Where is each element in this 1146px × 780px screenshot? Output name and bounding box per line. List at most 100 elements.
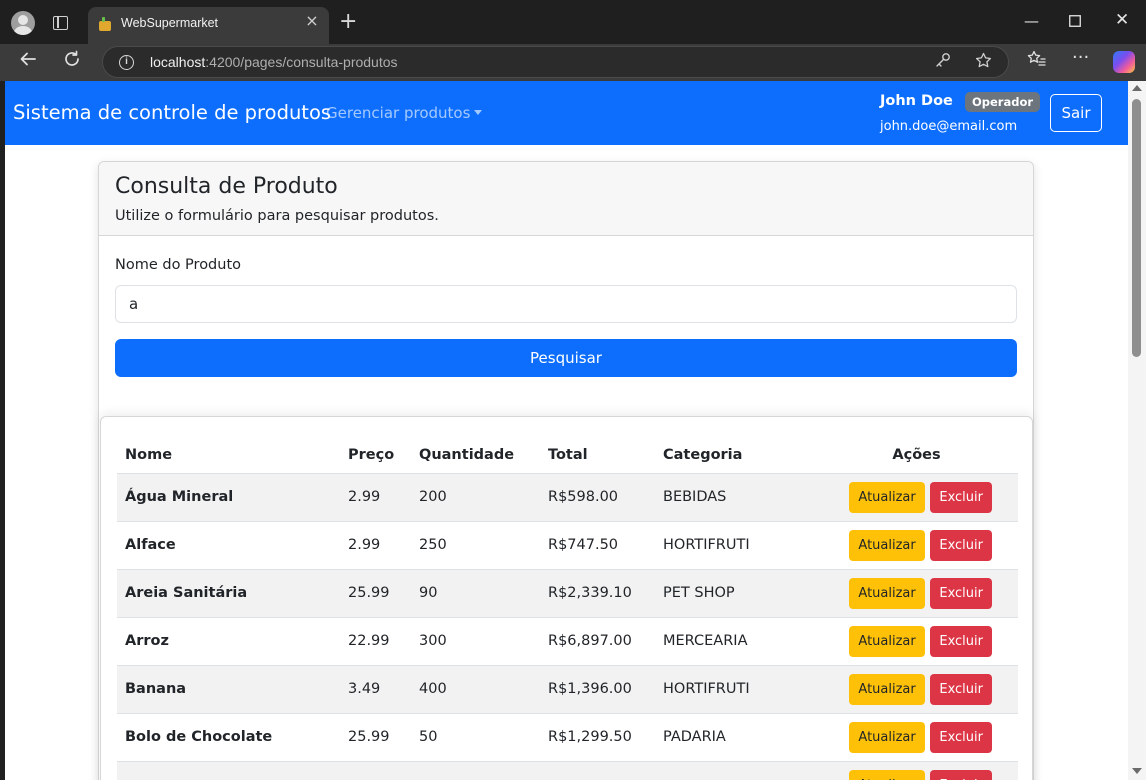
manage-products-dropdown[interactable]: Gerenciar produtos	[326, 104, 483, 122]
cell-nome	[117, 761, 340, 780]
search-button[interactable]: Pesquisar	[115, 339, 1017, 377]
cell-total: R$747.50	[540, 521, 655, 570]
header-total: Total	[540, 437, 655, 474]
cell-quantidade: 90	[411, 569, 540, 618]
close-tab-icon[interactable]: ×	[304, 13, 320, 29]
favicon-icon	[98, 17, 112, 31]
table-row: Areia Sanitária 25.99 90 R$2,339.10 PET …	[117, 569, 1018, 618]
delete-button[interactable]: Excluir	[930, 769, 992, 780]
update-button[interactable]: Atualizar	[849, 721, 925, 753]
page-title: Consulta de Produto	[115, 174, 338, 199]
cell-preco: 2.99	[340, 521, 411, 570]
cell-total: R$1,299.50	[540, 713, 655, 762]
cell-acoes: Atualizar Excluir	[815, 761, 1018, 780]
close-window-icon[interactable]: ✕	[1115, 11, 1129, 29]
back-icon[interactable]	[19, 50, 37, 74]
cell-total	[540, 761, 655, 780]
cell-categoria: HORTIFRUTI	[655, 665, 815, 714]
search-card: Consulta de Produto Utilize o formulário…	[98, 161, 1034, 780]
minimize-icon[interactable]: —	[1024, 12, 1039, 30]
results-card: Nome Preço Quantidade Total Categoria Aç…	[100, 416, 1033, 780]
cell-categoria: HORTIFRUTI	[655, 521, 815, 570]
table-row: Atualizar Excluir	[117, 761, 1018, 780]
cell-acoes: Atualizar Excluir	[815, 569, 1018, 618]
page-scrollbar[interactable]	[1128, 81, 1146, 780]
cell-categoria: PADARIA	[655, 713, 815, 762]
cell-categoria: BEBIDAS	[655, 473, 815, 522]
update-button[interactable]: Atualizar	[849, 625, 925, 657]
cell-categoria: MERCEARIA	[655, 617, 815, 666]
delete-button[interactable]: Excluir	[930, 529, 992, 561]
update-button[interactable]: Atualizar	[849, 529, 925, 561]
cell-total: R$598.00	[540, 473, 655, 522]
cell-total: R$6,897.00	[540, 617, 655, 666]
cell-nome: Alface	[117, 521, 340, 570]
header-preco: Preço	[340, 437, 411, 474]
scroll-down-arrow-icon[interactable]	[1132, 768, 1142, 774]
cell-nome: Bolo de Chocolate	[117, 713, 340, 762]
scroll-up-arrow-icon[interactable]	[1132, 85, 1142, 91]
cell-nome: Água Mineral	[117, 473, 340, 522]
update-button[interactable]: Atualizar	[849, 769, 925, 780]
key-icon[interactable]	[935, 52, 951, 72]
header-acoes: Ações	[815, 437, 1018, 474]
cell-preco: 3.49	[340, 665, 411, 714]
cell-nome: Areia Sanitária	[117, 569, 340, 618]
table-row: Alface 2.99 250 R$747.50 HORTIFRUTI Atua…	[117, 521, 1018, 570]
table-row: Bolo de Chocolate 25.99 50 R$1,299.50 PA…	[117, 713, 1018, 762]
table-row: Banana 3.49 400 R$1,396.00 HORTIFRUTI At…	[117, 665, 1018, 714]
update-button[interactable]: Atualizar	[849, 673, 925, 705]
site-info-icon[interactable]: i	[119, 55, 134, 70]
role-badge: Operador	[965, 92, 1041, 112]
cell-acoes: Atualizar Excluir	[815, 521, 1018, 570]
copilot-icon[interactable]	[1113, 51, 1135, 73]
table-header-row: Nome Preço Quantidade Total Categoria Aç…	[117, 437, 1018, 474]
header-categoria: Categoria	[655, 437, 815, 474]
cell-preco: 25.99	[340, 569, 411, 618]
favorite-star-icon[interactable]	[975, 52, 992, 73]
delete-button[interactable]: Excluir	[930, 481, 992, 513]
delete-button[interactable]: Excluir	[930, 721, 992, 753]
address-bar-row: i localhost:4200/pages/consulta-produtos…	[0, 44, 1146, 81]
table-row: Água Mineral 2.99 200 R$598.00 BEBIDAS A…	[117, 473, 1018, 522]
cell-total: R$2,339.10	[540, 569, 655, 618]
cell-nome: Arroz	[117, 617, 340, 666]
products-table: Nome Preço Quantidade Total Categoria Aç…	[117, 437, 1018, 780]
user-name: John Doe	[880, 93, 953, 109]
browser-titlebar: WebSupermarket × + — ✕	[0, 0, 1146, 44]
cell-preco: 25.99	[340, 713, 411, 762]
update-button[interactable]: Atualizar	[849, 577, 925, 609]
cell-quantidade: 250	[411, 521, 540, 570]
scroll-thumb[interactable]	[1132, 99, 1141, 357]
navbar-brand[interactable]: Sistema de controle de produtos	[13, 101, 331, 124]
caret-down-icon	[474, 110, 483, 115]
tab-actions-icon[interactable]	[53, 16, 68, 30]
cell-quantidade: 400	[411, 665, 540, 714]
browser-tab[interactable]: WebSupermarket ×	[88, 7, 329, 44]
delete-button[interactable]: Excluir	[930, 673, 992, 705]
delete-button[interactable]: Excluir	[930, 625, 992, 657]
cell-acoes: Atualizar Excluir	[815, 665, 1018, 714]
maximize-icon[interactable]	[1069, 13, 1081, 31]
url-text: localhost:4200/pages/consulta-produtos	[150, 54, 398, 70]
product-name-input[interactable]	[115, 285, 1017, 323]
cell-quantidade	[411, 761, 540, 780]
update-button[interactable]: Atualizar	[849, 481, 925, 513]
cell-categoria: PET SHOP	[655, 569, 815, 618]
logout-button[interactable]: Sair	[1050, 94, 1102, 132]
card-header: Consulta de Produto Utilize o formulário…	[99, 162, 1033, 236]
tab-title: WebSupermarket	[121, 16, 219, 30]
url-field[interactable]: i localhost:4200/pages/consulta-produtos	[102, 46, 1009, 78]
more-menu-icon[interactable]: ···	[1072, 47, 1089, 69]
favorites-icon[interactable]	[1027, 50, 1046, 74]
cell-quantidade: 200	[411, 473, 540, 522]
cell-preco	[340, 761, 411, 780]
profile-icon[interactable]	[11, 11, 35, 35]
reload-icon[interactable]	[63, 50, 81, 74]
app-navbar: Sistema de controle de produtos Gerencia…	[5, 81, 1128, 145]
new-tab-icon[interactable]: +	[339, 11, 357, 33]
cell-acoes: Atualizar Excluir	[815, 713, 1018, 762]
delete-button[interactable]: Excluir	[930, 577, 992, 609]
cell-total: R$1,396.00	[540, 665, 655, 714]
table-row: Arroz 22.99 300 R$6,897.00 MERCEARIA Atu…	[117, 617, 1018, 666]
